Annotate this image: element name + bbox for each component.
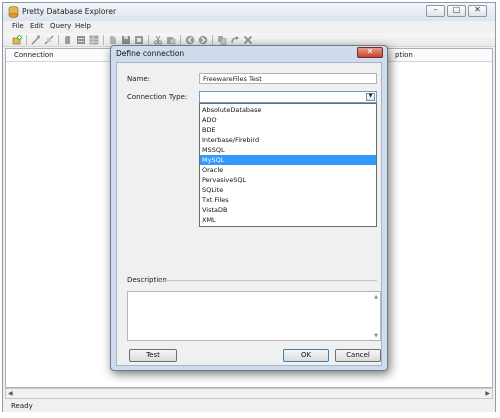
stop-icon[interactable]: [134, 35, 144, 45]
column-header-connection[interactable]: Connection: [14, 51, 54, 59]
scroll-down-icon[interactable]: ▼: [374, 333, 378, 339]
dropdown-option-highlighted[interactable]: MySQL: [200, 155, 376, 165]
dropdown-button[interactable]: ▼: [366, 93, 375, 101]
menu-edit[interactable]: Edit: [30, 22, 44, 30]
disconnect-icon[interactable]: [44, 35, 54, 45]
horizontal-scrollbar[interactable]: ◀ ▶: [5, 388, 493, 399]
delete-icon[interactable]: [243, 35, 253, 45]
menu-file[interactable]: File: [12, 22, 24, 30]
cut-icon[interactable]: [153, 35, 163, 45]
dropdown-option[interactable]: Interbase/Firebird: [200, 135, 376, 145]
new-query-icon[interactable]: [108, 35, 118, 45]
toolbar-separator: [26, 35, 27, 45]
copy-icon[interactable]: [217, 35, 227, 45]
connection-type-dropdown-list: AbsoluteDatabase ADO BDE Interbase/Fireb…: [199, 103, 377, 227]
column-header-description[interactable]: ption: [395, 51, 413, 59]
menu-query[interactable]: Query: [50, 22, 71, 30]
redo-icon[interactable]: [230, 35, 240, 45]
ok-button[interactable]: OK: [283, 349, 329, 362]
cancel-button[interactable]: Cancel: [335, 349, 381, 362]
paste-icon[interactable]: [166, 35, 176, 45]
dropdown-option[interactable]: Txt Files: [200, 195, 376, 205]
toolbar-separator: [103, 35, 104, 45]
status-text: Ready: [11, 402, 33, 410]
forward-icon[interactable]: [198, 35, 208, 45]
description-divider: [161, 280, 377, 281]
close-window-button[interactable]: ✕: [468, 5, 487, 17]
toolbar-separator: [180, 35, 181, 45]
toolbar-separator: [212, 35, 213, 45]
title-bar[interactable]: Pretty Database Explorer – □ ✕: [3, 3, 495, 21]
dropdown-option[interactable]: XML: [200, 215, 376, 225]
window-title: Pretty Database Explorer: [22, 7, 117, 16]
toolbar-separator: [58, 35, 59, 45]
back-icon[interactable]: [185, 35, 195, 45]
test-button[interactable]: Test: [129, 349, 177, 362]
scroll-right-icon[interactable]: ▶: [485, 390, 490, 397]
grid-icon[interactable]: [89, 35, 99, 45]
dropdown-option[interactable]: AbsoluteDatabase: [200, 105, 376, 115]
database-icon[interactable]: [76, 35, 86, 45]
scroll-left-icon[interactable]: ◀: [8, 390, 13, 397]
close-icon: ✕: [366, 47, 374, 56]
description-field[interactable]: ▲ ▼: [127, 291, 381, 341]
minimize-button[interactable]: –: [426, 5, 445, 17]
toolbar-separator: [148, 35, 149, 45]
dialog-title-bar[interactable]: Define connection ✕: [111, 46, 387, 62]
dropdown-option[interactable]: BDE: [200, 125, 376, 135]
dialog-close-button[interactable]: ✕: [357, 47, 383, 58]
dropdown-option[interactable]: SQLite: [200, 185, 376, 195]
add-connection-icon[interactable]: [12, 35, 22, 45]
dropdown-option[interactable]: PervasiveSQL: [200, 175, 376, 185]
properties-icon[interactable]: [63, 35, 73, 45]
name-field[interactable]: FreewareFiles Test: [199, 73, 377, 84]
connection-type-select[interactable]: ▼: [199, 91, 377, 103]
dialog-body: Name: FreewareFiles Test Connection Type…: [116, 62, 382, 366]
dropdown-option[interactable]: Oracle: [200, 165, 376, 175]
status-bar: Ready: [3, 400, 495, 412]
menu-help[interactable]: Help: [75, 22, 91, 30]
connection-type-label: Connection Type:: [127, 93, 188, 101]
maximize-button[interactable]: □: [447, 5, 466, 17]
dropdown-option[interactable]: MSSQL: [200, 145, 376, 155]
dialog-title: Define connection: [116, 49, 185, 58]
scroll-up-icon[interactable]: ▲: [374, 294, 378, 300]
database-app-icon: [8, 6, 19, 18]
dropdown-option[interactable]: VistaDB: [200, 205, 376, 215]
menu-bar: File Edit Query Help: [3, 21, 495, 33]
maximize-icon: □: [452, 5, 461, 14]
minimize-icon: –: [433, 5, 438, 14]
save-icon[interactable]: [121, 35, 131, 45]
chevron-down-icon: ▼: [368, 93, 373, 99]
define-connection-dialog: Define connection ✕ Name: FreewareFiles …: [110, 45, 388, 371]
name-label: Name:: [127, 75, 151, 83]
connect-icon[interactable]: [31, 35, 41, 45]
close-icon: ✕: [474, 5, 481, 14]
dropdown-option[interactable]: ADO: [200, 115, 376, 125]
